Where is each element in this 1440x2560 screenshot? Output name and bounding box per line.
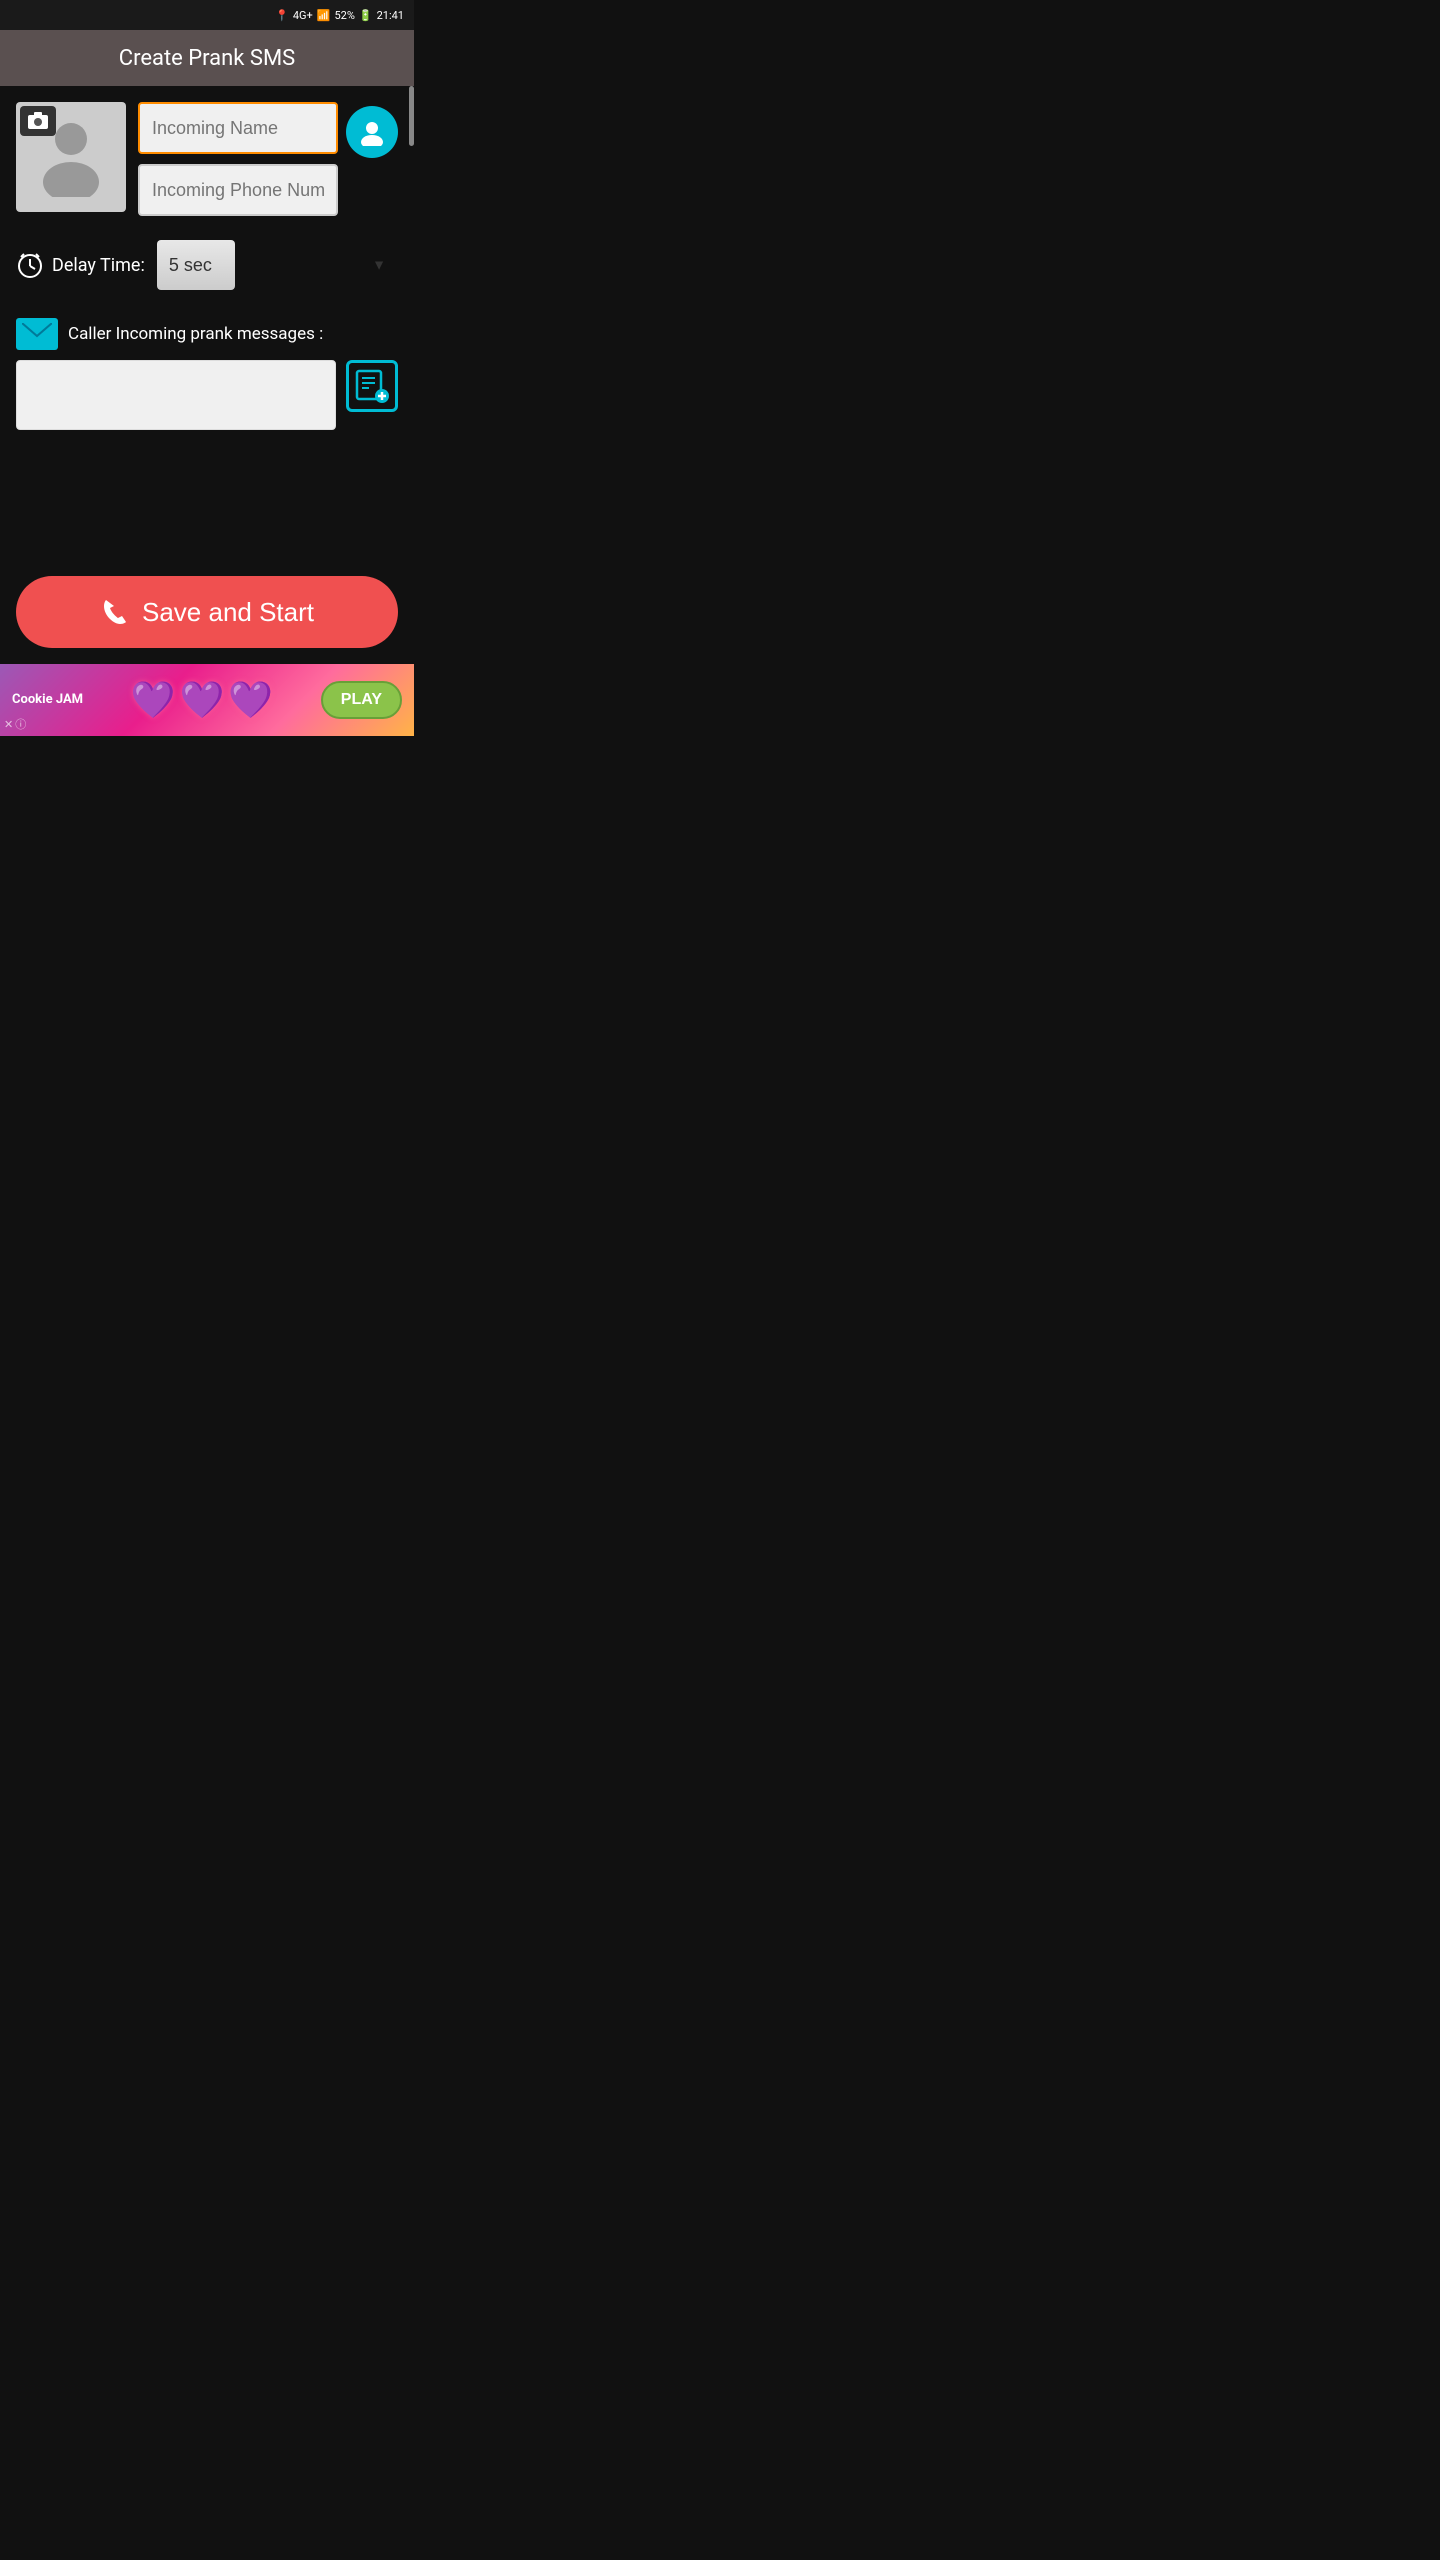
- signal-icon: 📶: [317, 9, 331, 22]
- app-header: Create Prank SMS: [0, 30, 414, 86]
- avatar-container: [16, 102, 126, 212]
- delay-label-container: Delay Time:: [16, 251, 145, 279]
- delay-row: Delay Time: 5 sec 10 sec 15 sec 30 sec 1…: [16, 232, 398, 298]
- ad-banner-left: Cookie JAM: [12, 692, 83, 708]
- heart-3: 💜: [228, 679, 273, 721]
- hearts-container: 💜 💜 💜: [83, 679, 321, 721]
- ad-banner: Cookie JAM 💜 💜 💜 PLAY ✕ ⓘ: [0, 664, 414, 736]
- main-content: Delay Time: 5 sec 10 sec 15 sec 30 sec 1…: [0, 86, 414, 462]
- prank-label-text: Caller Incoming prank messages :: [68, 324, 323, 344]
- save-start-label: Save and Start: [142, 597, 314, 628]
- location-icon: 📍: [275, 9, 289, 22]
- page-title: Create Prank SMS: [119, 46, 295, 71]
- time-display: 21:41: [377, 9, 404, 22]
- incoming-name-input[interactable]: [138, 102, 338, 154]
- ad-close-button[interactable]: ✕ ⓘ: [4, 716, 26, 732]
- heart-1: 💜: [131, 679, 176, 721]
- person-circle-icon: [358, 118, 386, 146]
- status-bar: 📍 4G+ 📶 52% 🔋 21:41: [0, 0, 414, 30]
- bottom-section: Save and Start: [0, 576, 414, 664]
- incoming-phone-input[interactable]: [138, 164, 338, 216]
- camera-icon: [28, 112, 48, 130]
- delay-label-text: Delay Time:: [52, 255, 145, 276]
- alarm-clock-icon: [16, 251, 44, 279]
- save-start-button[interactable]: Save and Start: [16, 576, 398, 648]
- scrollbar[interactable]: [409, 86, 414, 146]
- camera-button[interactable]: [20, 106, 56, 136]
- add-template-icon: [355, 369, 389, 403]
- envelope-icon: [16, 318, 58, 350]
- add-template-button[interactable]: [346, 360, 398, 412]
- close-label: ✕: [4, 718, 13, 731]
- phone-icon: [100, 598, 128, 626]
- prank-message-textarea[interactable]: [16, 360, 336, 430]
- battery-icon: 🔋: [359, 9, 373, 22]
- network-type: 4G+: [293, 9, 313, 22]
- prank-message-row: [16, 360, 398, 430]
- prank-section: Caller Incoming prank messages :: [16, 318, 398, 430]
- envelope-svg: [22, 323, 52, 345]
- cookie-jam-text: Cookie JAM: [12, 692, 83, 708]
- delay-select[interactable]: 5 sec 10 sec 15 sec 30 sec 1 min: [157, 240, 235, 290]
- contact-picker-button[interactable]: [346, 106, 398, 158]
- contact-row: [16, 102, 398, 216]
- prank-label-container: Caller Incoming prank messages :: [16, 318, 398, 350]
- input-fields: [138, 102, 338, 216]
- info-label: ⓘ: [15, 716, 26, 732]
- battery-level: 52%: [334, 9, 354, 22]
- delay-select-wrapper: 5 sec 10 sec 15 sec 30 sec 1 min: [157, 240, 398, 290]
- heart-2: 💜: [180, 679, 225, 721]
- ad-play-button[interactable]: PLAY: [321, 681, 402, 719]
